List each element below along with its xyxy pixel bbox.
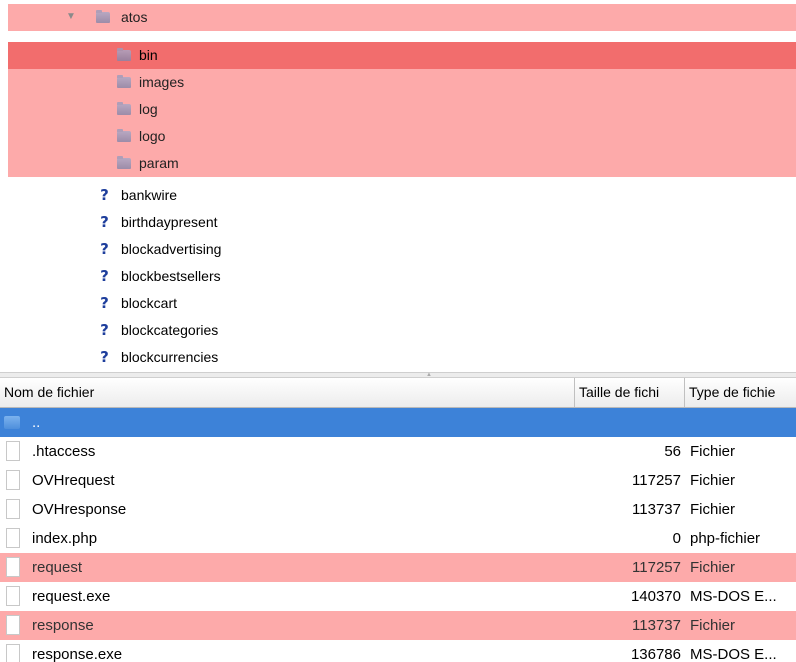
file-name: OVHresponse (32, 501, 127, 518)
tree-item-label: log (139, 101, 158, 117)
question-mark-icon: ? (100, 213, 109, 231)
question-mark-icon: ? (100, 240, 109, 258)
tree-item-blockcurrencies[interactable]: ? blockcurrencies (8, 344, 796, 371)
tree-item-label: bankwire (121, 187, 178, 203)
file-name: OVHrequest (32, 472, 115, 489)
file-row-response-exe[interactable]: response.exe 136786 MS-DOS E... (0, 640, 796, 662)
question-mark-icon: ? (100, 348, 109, 366)
remote-file-list: Nom de fichier Taille de fichi Type de f… (0, 378, 796, 662)
folder-icon (117, 155, 133, 171)
file-row-response[interactable]: response 113737 Fichier (0, 611, 796, 640)
file-icon (6, 499, 20, 519)
file-type: Fichier (690, 559, 736, 576)
tree-item-label: param (139, 155, 179, 171)
tree-item-blockbestsellers[interactable]: ? blockbestsellers (8, 263, 796, 290)
tree-item-log[interactable]: log (8, 96, 796, 123)
tree-item-birthdaypresent[interactable]: ? birthdaypresent (8, 209, 796, 236)
tree-item-label: blockcart (121, 295, 178, 311)
folder-icon (4, 416, 20, 429)
column-header-filetype[interactable]: Type de fichie (685, 378, 796, 407)
file-type: Fichier (690, 472, 736, 489)
tree-item-label: blockbestsellers (121, 268, 221, 284)
file-type: php-fichier (690, 530, 761, 547)
file-type: MS-DOS E... (690, 646, 777, 662)
folder-icon (96, 9, 112, 25)
question-mark-icon: ? (100, 267, 109, 285)
file-size: 113737 (632, 501, 681, 518)
tree-item-atos[interactable]: ▼ atos (8, 4, 796, 31)
file-size: 113737 (632, 617, 681, 634)
file-icon (6, 470, 20, 490)
tree-item-label: images (139, 74, 185, 90)
file-row-htaccess[interactable]: .htaccess 56 Fichier (0, 437, 796, 466)
file-name: request.exe (32, 588, 111, 605)
file-size: 0 (672, 530, 681, 547)
question-mark-icon: ? (100, 186, 109, 204)
file-size: 136786 (630, 646, 681, 662)
file-type: Fichier (690, 443, 736, 460)
file-size: 117257 (632, 559, 681, 576)
file-name: request (32, 559, 83, 576)
tree-item-label: blockadvertising (121, 241, 222, 257)
file-row-ovhresponse[interactable]: OVHresponse 113737 Fichier (0, 495, 796, 524)
question-mark-icon: ? (100, 321, 109, 339)
column-header-filesize[interactable]: Taille de fichi (575, 378, 685, 407)
file-list-header: Nom de fichier Taille de fichi Type de f… (0, 378, 796, 408)
question-mark-icon: ? (100, 294, 109, 312)
file-name: index.php (32, 530, 98, 547)
disclosure-triangle-icon[interactable]: ▼ (66, 11, 76, 23)
file-type: Fichier (690, 501, 736, 518)
tree-item-param[interactable]: param (8, 150, 796, 177)
file-type: MS-DOS E... (690, 588, 777, 605)
file-row-index-php[interactable]: index.php 0 php-fichier (0, 524, 796, 553)
tree-item-blockcart[interactable]: ? blockcart (8, 290, 796, 317)
folder-icon (117, 128, 133, 144)
tree-item-logo[interactable]: logo (8, 123, 796, 150)
file-row-ovhrequest[interactable]: OVHrequest 117257 Fichier (0, 466, 796, 495)
file-icon (6, 528, 20, 548)
file-icon (6, 586, 20, 606)
tree-item-label: blockcurrencies (121, 349, 219, 365)
parent-directory-row[interactable]: .. (0, 408, 796, 437)
file-icon (6, 557, 20, 577)
tree-item-bankwire[interactable]: ? bankwire (8, 182, 796, 209)
file-type: Fichier (690, 617, 736, 634)
tree-item-label: atos (121, 9, 148, 25)
file-icon (6, 644, 20, 662)
tree-item-bin[interactable]: bin (8, 42, 796, 69)
file-name: response (32, 617, 94, 634)
file-row-request[interactable]: request 117257 Fichier (0, 553, 796, 582)
tree-item-label: birthdaypresent (121, 214, 218, 230)
tree-item-label: blockcategories (121, 322, 219, 338)
file-name: .. (32, 414, 41, 431)
file-icon (6, 615, 20, 635)
tree-item-label: logo (139, 128, 166, 144)
file-size: 56 (664, 443, 681, 460)
remote-directory-tree: ▼ atos bin images log logo param ? bankw… (0, 0, 796, 372)
tree-item-blockadvertising[interactable]: ? blockadvertising (8, 236, 796, 263)
tree-item-images[interactable]: images (8, 69, 796, 96)
folder-icon (117, 74, 133, 90)
file-name: .htaccess (32, 443, 96, 460)
folder-icon (117, 101, 133, 117)
file-size: 140370 (630, 588, 681, 605)
tree-item-label: bin (139, 47, 158, 63)
file-size: 117257 (632, 472, 681, 489)
splitter-grip-icon[interactable]: ▲ (426, 372, 434, 378)
folder-icon (117, 47, 133, 63)
file-icon (6, 441, 20, 461)
column-header-filename[interactable]: Nom de fichier (0, 378, 575, 407)
file-name: response.exe (32, 646, 123, 662)
file-row-request-exe[interactable]: request.exe 140370 MS-DOS E... (0, 582, 796, 611)
tree-item-blockcategories[interactable]: ? blockcategories (8, 317, 796, 344)
